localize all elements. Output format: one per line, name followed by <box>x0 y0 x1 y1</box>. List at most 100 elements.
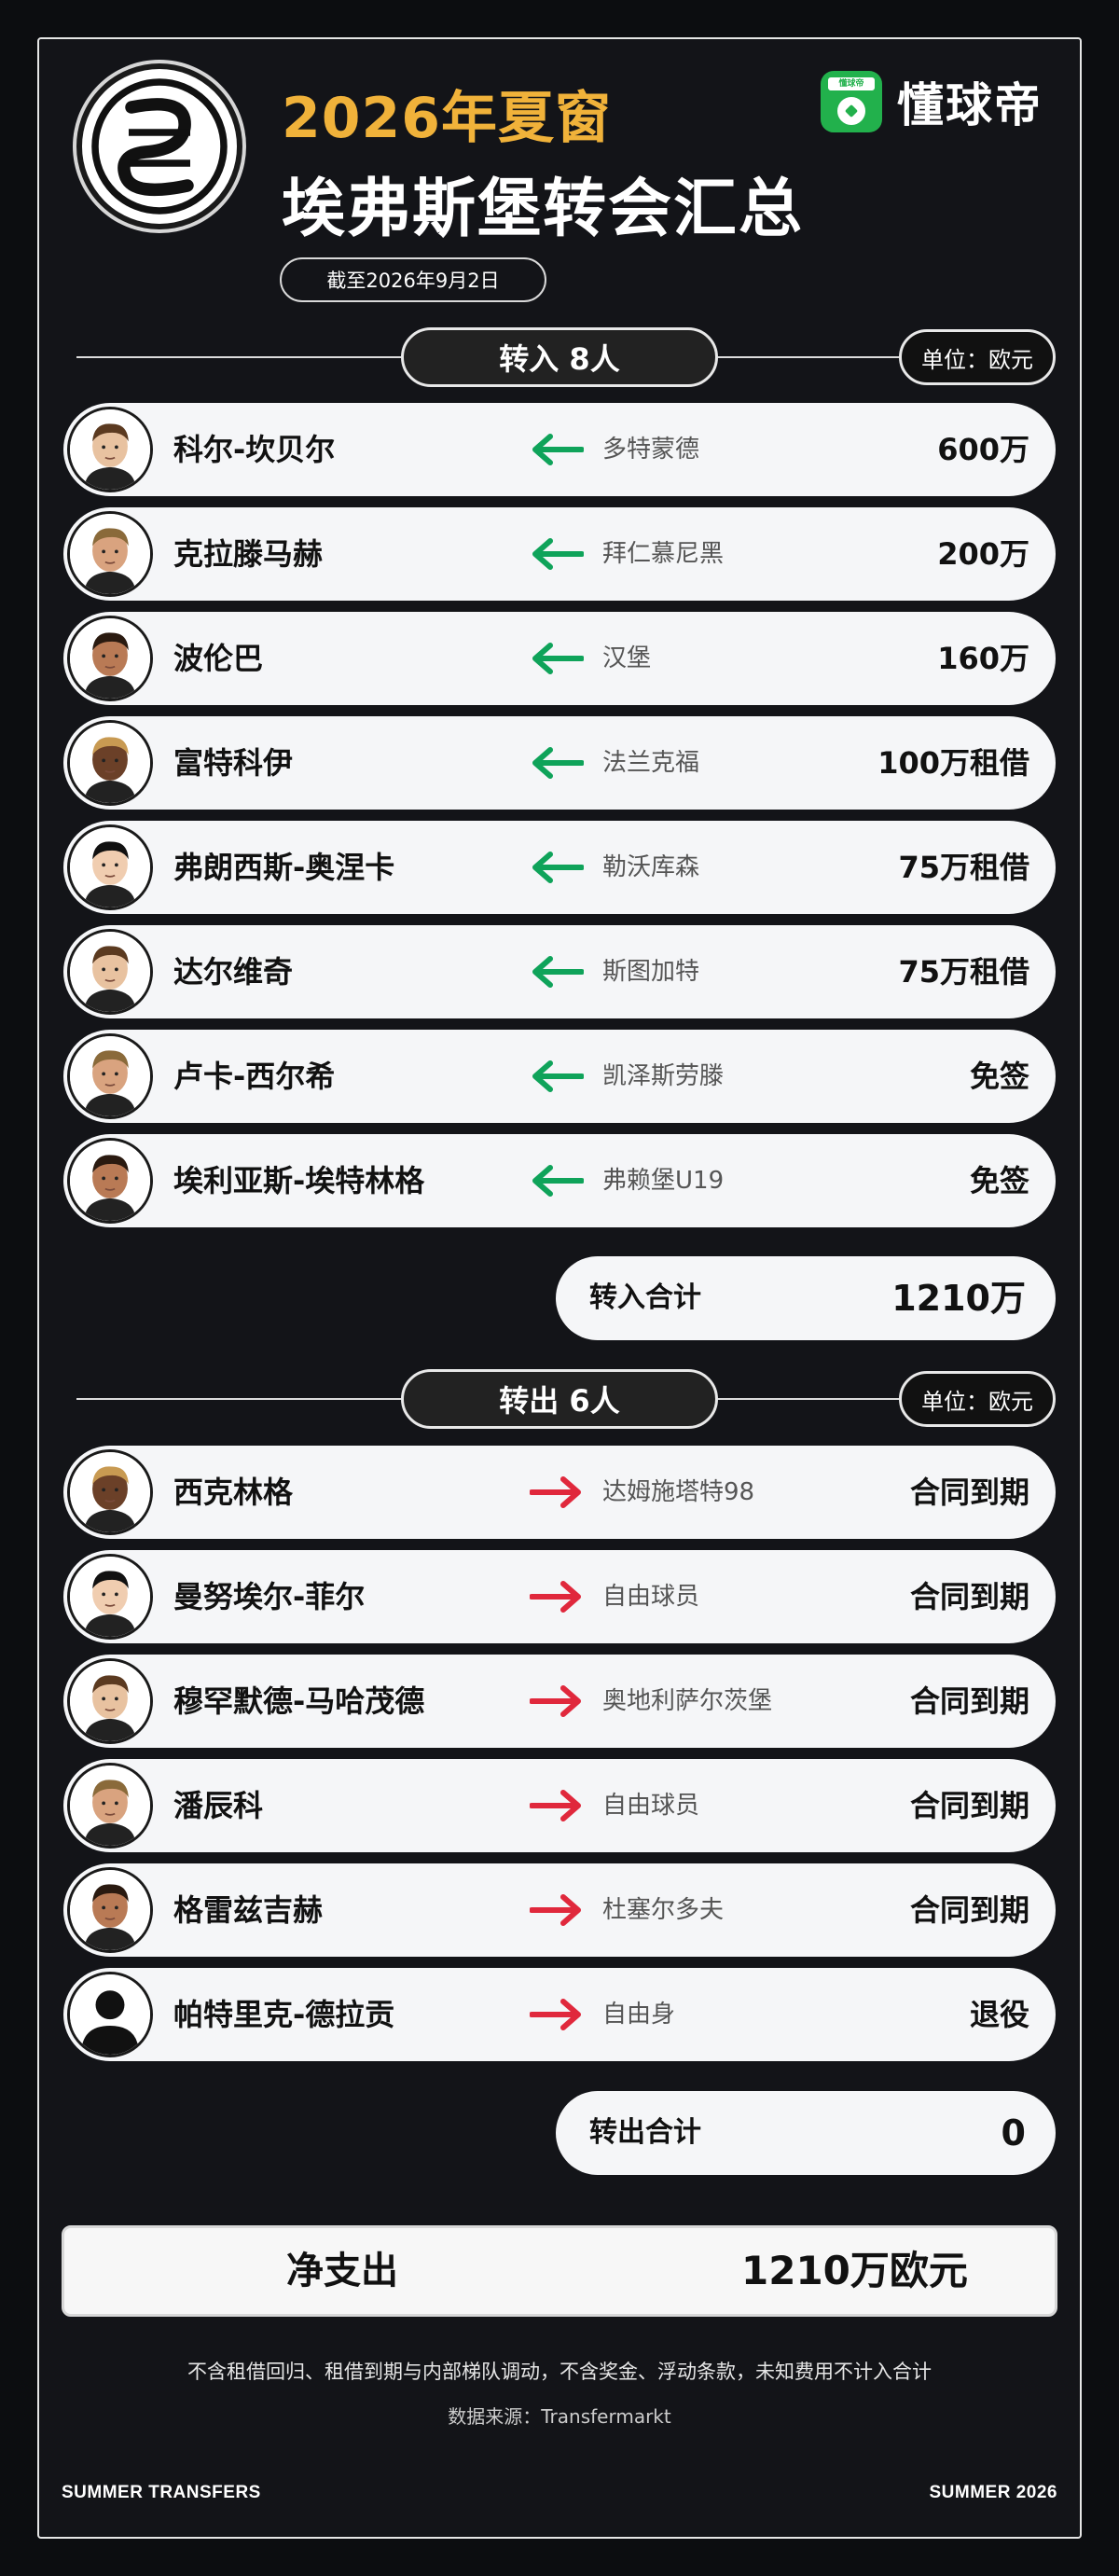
transfer-fee: 160万 <box>937 641 1029 676</box>
club-name: 自由身 <box>602 2001 676 2029</box>
club-name: 法兰克福 <box>602 749 700 777</box>
arrow-left-icon <box>530 747 585 779</box>
player-avatar <box>67 929 153 1015</box>
arrow-right-icon <box>529 1581 584 1613</box>
transfer-fee: 100万租借 <box>877 745 1029 781</box>
data-source: 数据来源：Transfermarkt <box>448 2405 671 2428</box>
club-name: 达姆施塔特98 <box>602 1478 755 1506</box>
club-name: 勒沃库森 <box>602 853 700 881</box>
date-badge: 截至2026年9月2日 <box>280 257 546 302</box>
arrow-left-icon <box>530 434 585 465</box>
player-avatar <box>67 511 153 597</box>
net-spend-box: 净支出 1210万欧元 <box>62 2225 1057 2317</box>
player-avatar <box>67 1138 153 1224</box>
transfers-out-header: 转出 6人 单位：欧元 <box>76 1369 1056 1429</box>
player-row: 帕特里克-德拉贡 自由身 退役 <box>63 1968 1056 2061</box>
transfer-fee: 合同到期 <box>909 1683 1029 1719</box>
brand-app-icon: 懂球帝 <box>821 71 882 132</box>
footer-left-tag: SUMMER TRANSFERS <box>62 2483 261 2502</box>
arrow-left-icon <box>530 643 585 674</box>
brand-icon-text: 懂球帝 <box>828 77 875 90</box>
player-row: 克拉滕马赫 拜仁慕尼黑 200万 <box>63 507 1056 601</box>
net-spend-label: 净支出 <box>286 2250 398 2292</box>
player-name: 穆罕默德-马哈茂德 <box>173 1683 425 1719</box>
player-avatar <box>67 824 153 910</box>
transfer-fee: 75万租借 <box>898 850 1029 885</box>
transfer-fee: 合同到期 <box>909 1892 1029 1928</box>
transfer-fee: 免签 <box>969 1059 1029 1094</box>
club-name: 凯泽斯劳滕 <box>602 1062 725 1090</box>
club-name: 自由球员 <box>602 1583 700 1611</box>
player-avatar <box>67 1972 153 2057</box>
arrow-left-icon <box>530 1165 585 1197</box>
player-avatar <box>67 720 153 806</box>
player-name: 帕特里克-德拉贡 <box>173 1997 395 2032</box>
footer-right-tag: SUMMER 2026 <box>929 2483 1057 2502</box>
transfer-fee: 免签 <box>969 1163 1029 1198</box>
football-icon <box>837 97 865 125</box>
season-title: 2026年夏窗 <box>282 86 612 151</box>
player-avatar <box>67 1867 153 1953</box>
club-name: 拜仁慕尼黑 <box>602 540 725 568</box>
player-name: 克拉滕马赫 <box>173 536 324 572</box>
transfer-fee: 退役 <box>969 1997 1029 2032</box>
unit-label: 单位：欧元 <box>899 1371 1056 1427</box>
transfers-out-heading: 转出 6人 <box>401 1369 718 1429</box>
player-name: 西克林格 <box>173 1475 294 1510</box>
arrow-left-icon <box>530 1060 585 1092</box>
player-row: 波伦巴 汉堡 160万 <box>63 612 1056 705</box>
transfers-in-total: 转入合计 1210万 <box>556 1256 1056 1340</box>
player-row: 弗朗西斯-奥涅卡 勒沃库森 75万租借 <box>63 821 1056 914</box>
player-row: 穆罕默德-马哈茂德 奥地利萨尔茨堡 合同到期 <box>63 1655 1056 1748</box>
arrow-right-icon <box>529 1685 584 1717</box>
transfer-fee: 合同到期 <box>909 1788 1029 1823</box>
arrow-right-icon <box>529 1999 584 2030</box>
page-title: 埃弗斯堡转会汇总 <box>282 173 805 246</box>
player-avatar <box>67 1554 153 1640</box>
player-name: 埃利亚斯-埃特林格 <box>173 1163 425 1198</box>
arrow-right-icon <box>529 1894 584 1926</box>
player-row: 富特科伊 法兰克福 100万租借 <box>63 716 1056 810</box>
club-name: 奥地利萨尔茨堡 <box>602 1687 773 1715</box>
transfers-in-heading: 转入 8人 <box>401 327 718 387</box>
club-name: 汉堡 <box>602 644 652 672</box>
club-crest-icon <box>76 63 242 229</box>
arrow-left-icon <box>530 956 585 988</box>
player-row: 格雷兹吉赫 杜塞尔多夫 合同到期 <box>63 1863 1056 1957</box>
club-name: 弗赖堡U19 <box>602 1167 725 1195</box>
arrow-left-icon <box>530 852 585 883</box>
player-row: 卢卡-西尔希 凯泽斯劳滕 免签 <box>63 1030 1056 1123</box>
player-avatar <box>67 616 153 701</box>
transfers-out-total: 转出合计 0 <box>556 2091 1056 2175</box>
club-name: 斯图加特 <box>602 958 700 986</box>
player-name: 卢卡-西尔希 <box>173 1059 336 1094</box>
total-label: 转入合计 <box>589 1281 701 1314</box>
player-avatar <box>67 1033 153 1119</box>
transfer-fee: 600万 <box>937 432 1029 467</box>
arrow-right-icon <box>529 1476 584 1508</box>
club-name: 多特蒙德 <box>602 436 700 464</box>
transfer-fee: 75万租借 <box>898 954 1029 990</box>
player-name: 弗朗西斯-奥涅卡 <box>173 850 395 885</box>
player-name: 潘辰科 <box>173 1788 264 1823</box>
transfers-in-header: 转入 8人 单位：欧元 <box>76 327 1056 387</box>
footnote: 不含租借回归、租借到期与内部梯队调动，不含奖金、浮动条款，未知费用不计入合计 <box>187 2361 932 2383</box>
player-name: 富特科伊 <box>173 745 294 781</box>
brand-name: 懂球帝 <box>897 78 1043 132</box>
transfer-fee: 合同到期 <box>909 1579 1029 1614</box>
player-avatar <box>67 1449 153 1535</box>
player-avatar <box>67 407 153 492</box>
player-avatar <box>67 1658 153 1744</box>
total-value: 0 <box>1001 2112 1026 2154</box>
club-name: 杜塞尔多夫 <box>602 1896 725 1924</box>
transfer-fee: 200万 <box>937 536 1029 572</box>
player-row: 埃利亚斯-埃特林格 弗赖堡U19 免签 <box>63 1134 1056 1227</box>
player-row: 曼努埃尔-菲尔 自由球员 合同到期 <box>63 1550 1056 1643</box>
player-row: 潘辰科 自由球员 合同到期 <box>63 1759 1056 1852</box>
player-row: 达尔维奇 斯图加特 75万租借 <box>63 925 1056 1018</box>
player-name: 波伦巴 <box>173 641 264 676</box>
arrow-left-icon <box>530 538 585 570</box>
player-name: 曼努埃尔-菲尔 <box>173 1579 366 1614</box>
transfer-fee: 合同到期 <box>909 1475 1029 1510</box>
net-spend-value: 1210万欧元 <box>741 2248 968 2293</box>
